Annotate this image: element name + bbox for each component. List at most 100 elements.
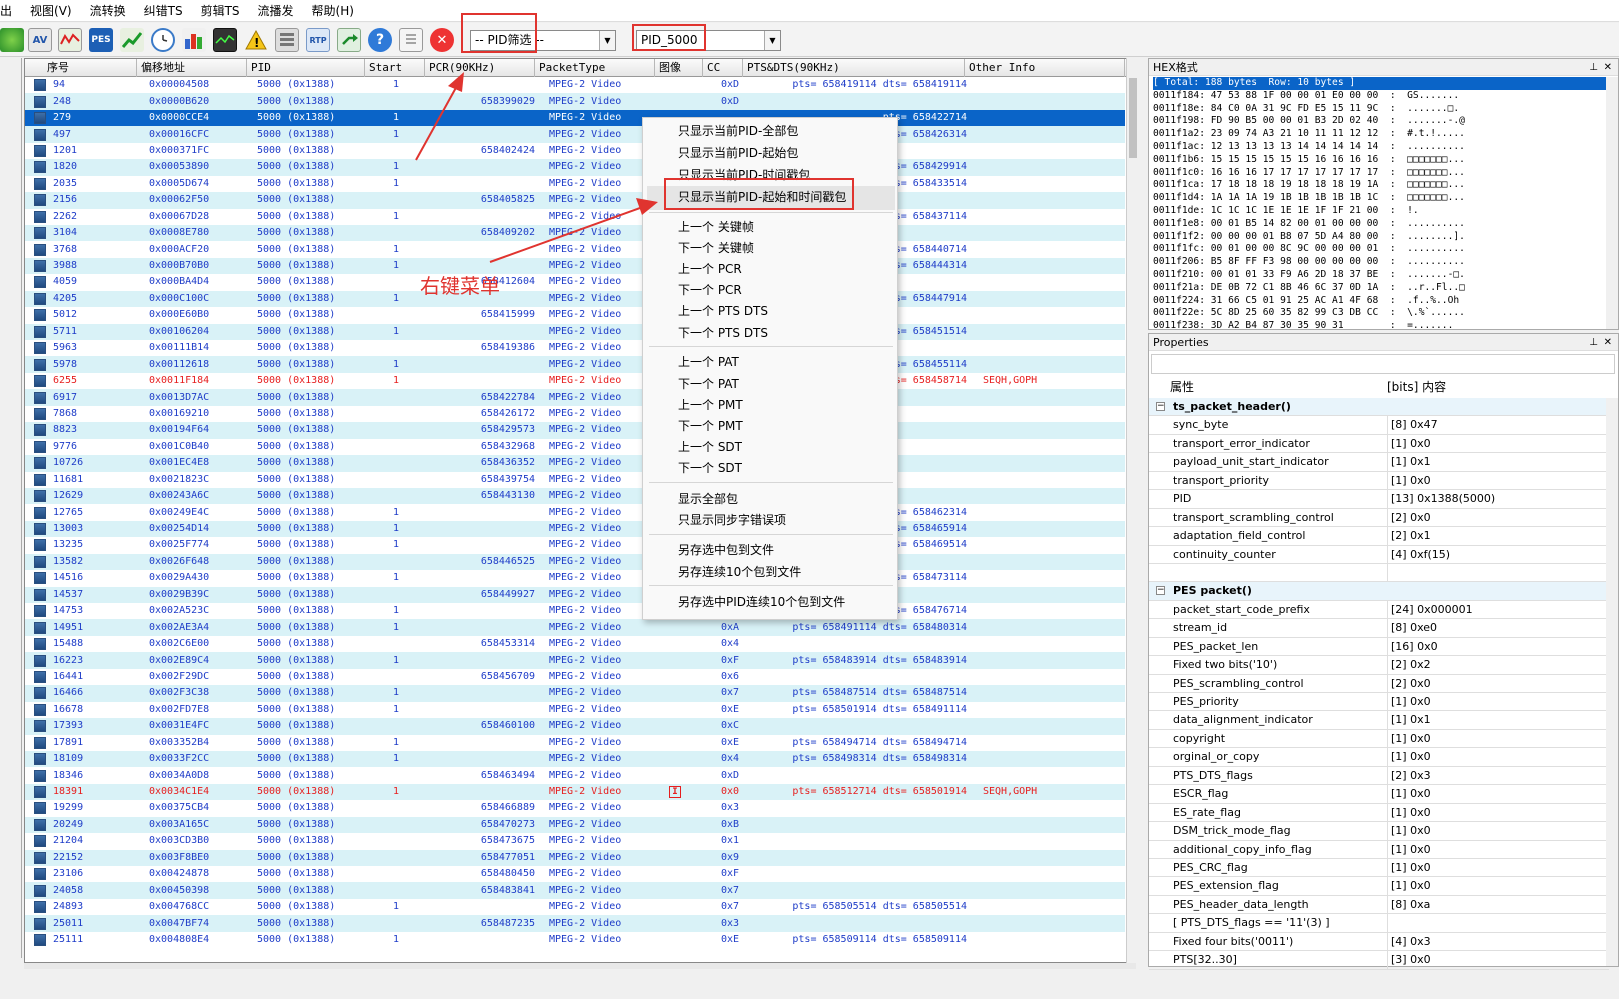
property-row[interactable]: Fixed four bits('0011') [4] 0x3	[1149, 932, 1609, 952]
context-menu-item[interactable]: 显示全部包	[678, 490, 738, 507]
table-row[interactable]: 12765 0x00249E4C 5000 (0x1388) 1 MPEG-2 Vide…	[25, 504, 1125, 520]
property-group[interactable]: − ts_packet_header()	[1149, 398, 1609, 417]
property-row[interactable]: payload_unit_start_indicator [1] 0x1	[1149, 453, 1609, 472]
table-row[interactable]: 25111 0x004808E4 5000 (0x1388) 1 MPEG-2 Vide…	[25, 932, 1125, 948]
table-row[interactable]: 15488 0x002C6E00 5000 (0x1388) 658453314 MPE…	[25, 636, 1125, 652]
property-row[interactable]: PES_priority [1] 0x0	[1149, 693, 1609, 712]
menu-item[interactable]: 流播发	[249, 0, 303, 22]
property-row[interactable]: additional_copy_info_flag [1] 0x0	[1149, 840, 1609, 859]
table-row[interactable]: 11681 0x0021823C 5000 (0x1388) 658439754 MPE…	[25, 472, 1125, 488]
help-icon[interactable]: ?	[368, 28, 392, 52]
table-row[interactable]: 6917 0x0013D7AC 5000 (0x1388) 658422784 MPEG…	[25, 389, 1125, 406]
menu-item[interactable]: 流转换	[81, 0, 135, 22]
context-menu-item[interactable]: 下一个 PCR	[678, 281, 742, 298]
column-header[interactable]: 偏移地址	[137, 59, 247, 77]
packet-grid[interactable]: 序号 偏移地址 PID Start PCR(90KHz) PacketType 图像 CC PT…	[24, 58, 1136, 963]
context-menu-item[interactable]: 上一个 关键帧	[678, 218, 754, 235]
property-row[interactable]: PTS[32..30] [3] 0x0	[1149, 951, 1609, 970]
property-row[interactable]: PTS_DTS_flags [2] 0x3	[1149, 766, 1609, 786]
table-row[interactable]: 19299 0x00375CB4 5000 (0x1388) 658466889 MPE…	[25, 800, 1125, 816]
table-row[interactable]: 7868 0x00169210 5000 (0x1388) 658426172 MPEG…	[25, 406, 1125, 422]
table-row[interactable]: 23106 0x00424878 5000 (0x1388) 658480450 MPE…	[25, 866, 1125, 882]
properties-filter-field[interactable]	[1151, 354, 1615, 374]
property-row[interactable]: orginal_or_copy [1] 0x0	[1149, 748, 1609, 767]
property-row[interactable]: ES_rate_flag [1] 0x0	[1149, 803, 1609, 823]
table-row[interactable]: 14753 0x002A523C 5000 (0x1388) 1 MPEG-2 Vide…	[25, 603, 1125, 619]
property-row[interactable]: [ PTS_DTS_flags == '11'(3) ]	[1149, 914, 1609, 933]
table-row[interactable]: 21204 0x003CD3B0 5000 (0x1388) 658473675 MPE…	[25, 833, 1125, 849]
property-row[interactable]: PES_header_data_length [8] 0xa	[1149, 895, 1609, 915]
table-row[interactable]: 5711 0x00106204 5000 (0x1388) 1 MPEG-2 Video…	[25, 323, 1125, 340]
context-menu-item[interactable]: 上一个 PCR	[678, 260, 742, 277]
grid-vertical-scrollbar[interactable]	[1126, 58, 1138, 963]
property-row[interactable]: sync_byte [8] 0x47	[1149, 416, 1609, 435]
menu-item[interactable]: 视图(V)	[21, 0, 81, 22]
column-header[interactable]: PTS&DTS(90KHz)	[743, 59, 965, 77]
property-row[interactable]: transport_priority [1] 0x0	[1149, 471, 1609, 491]
table-row[interactable]: 20249 0x003A165C 5000 (0x1388) 658470273 MPE…	[25, 816, 1125, 834]
table-row[interactable]: 1201 0x000371FC 5000 (0x1388) 658402424 MPEG…	[25, 143, 1125, 159]
rtp-icon[interactable]: RTP	[306, 28, 330, 52]
context-menu-item[interactable]: 下一个 SDT	[678, 459, 742, 476]
table-row[interactable]: 5978 0x00112618 5000 (0x1388) 1 MPEG-2 Video…	[25, 356, 1125, 373]
column-header[interactable]: PCR(90KHz)	[425, 59, 535, 77]
table-row[interactable]: 5963 0x00111B14 5000 (0x1388) 658419386 MPEG…	[25, 340, 1125, 356]
property-row[interactable]: data_alignment_indicator [1] 0x1	[1149, 711, 1609, 730]
table-row[interactable]: 248 0x0000B620 5000 (0x1388) 658399029 MPEG-…	[25, 93, 1125, 110]
table-row[interactable]: 94 0x00004508 5000 (0x1388) 1 MPEG-2 Video 0x…	[25, 77, 1125, 93]
property-group[interactable]: − PES packet()	[1149, 582, 1609, 601]
table-row[interactable]: 5012 0x000E60B0 5000 (0x1388) 658415999 MPEG…	[25, 307, 1125, 323]
table-row[interactable]: 10726 0x001EC4E8 5000 (0x1388) 658436352 MPE…	[25, 455, 1125, 472]
export-icon[interactable]	[337, 28, 361, 52]
column-header[interactable]: Start	[365, 59, 425, 77]
table-row[interactable]: 18109 0x0033F2CC 5000 (0x1388) 1 MPEG-2 Vide…	[25, 750, 1125, 768]
context-menu-item[interactable]: 下一个 PAT	[678, 375, 739, 392]
pin-icon[interactable]: ⊥	[1589, 59, 1598, 76]
menu-item[interactable]: 纠错TS	[135, 0, 192, 22]
hex-scrollbar[interactable]	[1606, 77, 1618, 329]
table-row[interactable]: 2262 0x00067D28 5000 (0x1388) 1 MPEG-2 Video…	[25, 209, 1125, 225]
table-row[interactable]: 24893 0x004768CC 5000 (0x1388) 1 MPEG-2 Vide…	[25, 899, 1125, 915]
table-row[interactable]: 17393 0x0031E4FC 5000 (0x1388) 658460100 MPE…	[25, 718, 1125, 735]
table-row[interactable]: 18391 0x0034C1E4 5000 (0x1388) 1 MPEG-2 Vide…	[25, 783, 1125, 801]
table-row[interactable]: 25011 0x0047BF74 5000 (0x1388) 658487235 MPE…	[25, 915, 1125, 932]
table-row[interactable]: 16466 0x002F3C38 5000 (0x1388) 1 MPEG-2 Vide…	[25, 685, 1125, 702]
table-row[interactable]: 12629 0x00243A6C 5000 (0x1388) 658443130 MPE…	[25, 487, 1125, 505]
property-row[interactable]: continuity_counter [4] 0xf(15)	[1149, 545, 1609, 564]
table-row[interactable]: 497 0x00016CFC 5000 (0x1388) 1 MPEG-2 Video p…	[25, 126, 1125, 143]
table-row[interactable]: 3104 0x0008E780 5000 (0x1388) 658409202 MPEG…	[25, 224, 1125, 242]
property-row[interactable]: stream_id [8] 0xe0	[1149, 619, 1609, 638]
property-row[interactable]: transport_error_indicator [1] 0x0	[1149, 434, 1609, 454]
chevron-down-icon[interactable]: ▼	[599, 31, 615, 50]
chevron-down-icon[interactable]: ▼	[764, 31, 780, 50]
property-row[interactable]: PID [13] 0x1388(5000)	[1149, 490, 1609, 509]
table-row[interactable]: 2156 0x00062F50 5000 (0x1388) 658405825 MPEG…	[25, 192, 1125, 209]
context-menu-item[interactable]: 上一个 PMT	[678, 396, 743, 413]
table-row[interactable]: 279 0x0000CCE4 5000 (0x1388) 1 MPEG-2 Video p…	[25, 109, 1125, 127]
pes-icon[interactable]: PES	[89, 28, 113, 52]
table-row[interactable]: 3768 0x000ACF20 5000 (0x1388) 1 MPEG-2 Video…	[25, 241, 1125, 257]
context-menu-item[interactable]: 下一个 PTS DTS	[678, 324, 768, 341]
context-menu-item[interactable]: 下一个 关键帧	[678, 239, 754, 256]
context-menu-item[interactable]: 另存连续10个包到文件	[678, 563, 801, 580]
monitor-icon[interactable]	[213, 28, 237, 52]
column-header[interactable]: Other Info	[965, 59, 1125, 77]
av-icon[interactable]: AV	[28, 28, 52, 52]
menu-item[interactable]: 剪辑TS	[192, 0, 249, 22]
property-row[interactable]: copyright [1] 0x0	[1149, 729, 1609, 749]
property-row[interactable]: DSM_trick_mode_flag [1] 0x0	[1149, 822, 1609, 841]
table-row[interactable]: 8823 0x00194F64 5000 (0x1388) 658429573 MPEG…	[25, 422, 1125, 439]
collapse-icon[interactable]: −	[1156, 402, 1165, 411]
bar-chart-icon[interactable]	[182, 28, 206, 52]
table-row[interactable]: 2035 0x0005D674 5000 (0x1388) 1 MPEG-2 Video…	[25, 176, 1125, 192]
warning-icon[interactable]: !	[244, 28, 268, 52]
context-menu-item[interactable]: 下一个 PMT	[678, 417, 743, 434]
menu-item[interactable]: 出	[0, 0, 21, 22]
table-row[interactable]: 16223 0x002E89C4 5000 (0x1388) 1 MPEG-2 Vide…	[25, 652, 1125, 669]
close-icon[interactable]: ✕	[1604, 59, 1612, 76]
table-row[interactable]: 24058 0x00450398 5000 (0x1388) 658483841 MPE…	[25, 882, 1125, 899]
column-header[interactable]: CC	[703, 59, 743, 77]
table-row[interactable]: 13235 0x0025F774 5000 (0x1388) 1 MPEG-2 Vide…	[25, 537, 1125, 553]
list-icon[interactable]	[399, 28, 423, 52]
close-icon[interactable]: ✕	[430, 28, 454, 52]
